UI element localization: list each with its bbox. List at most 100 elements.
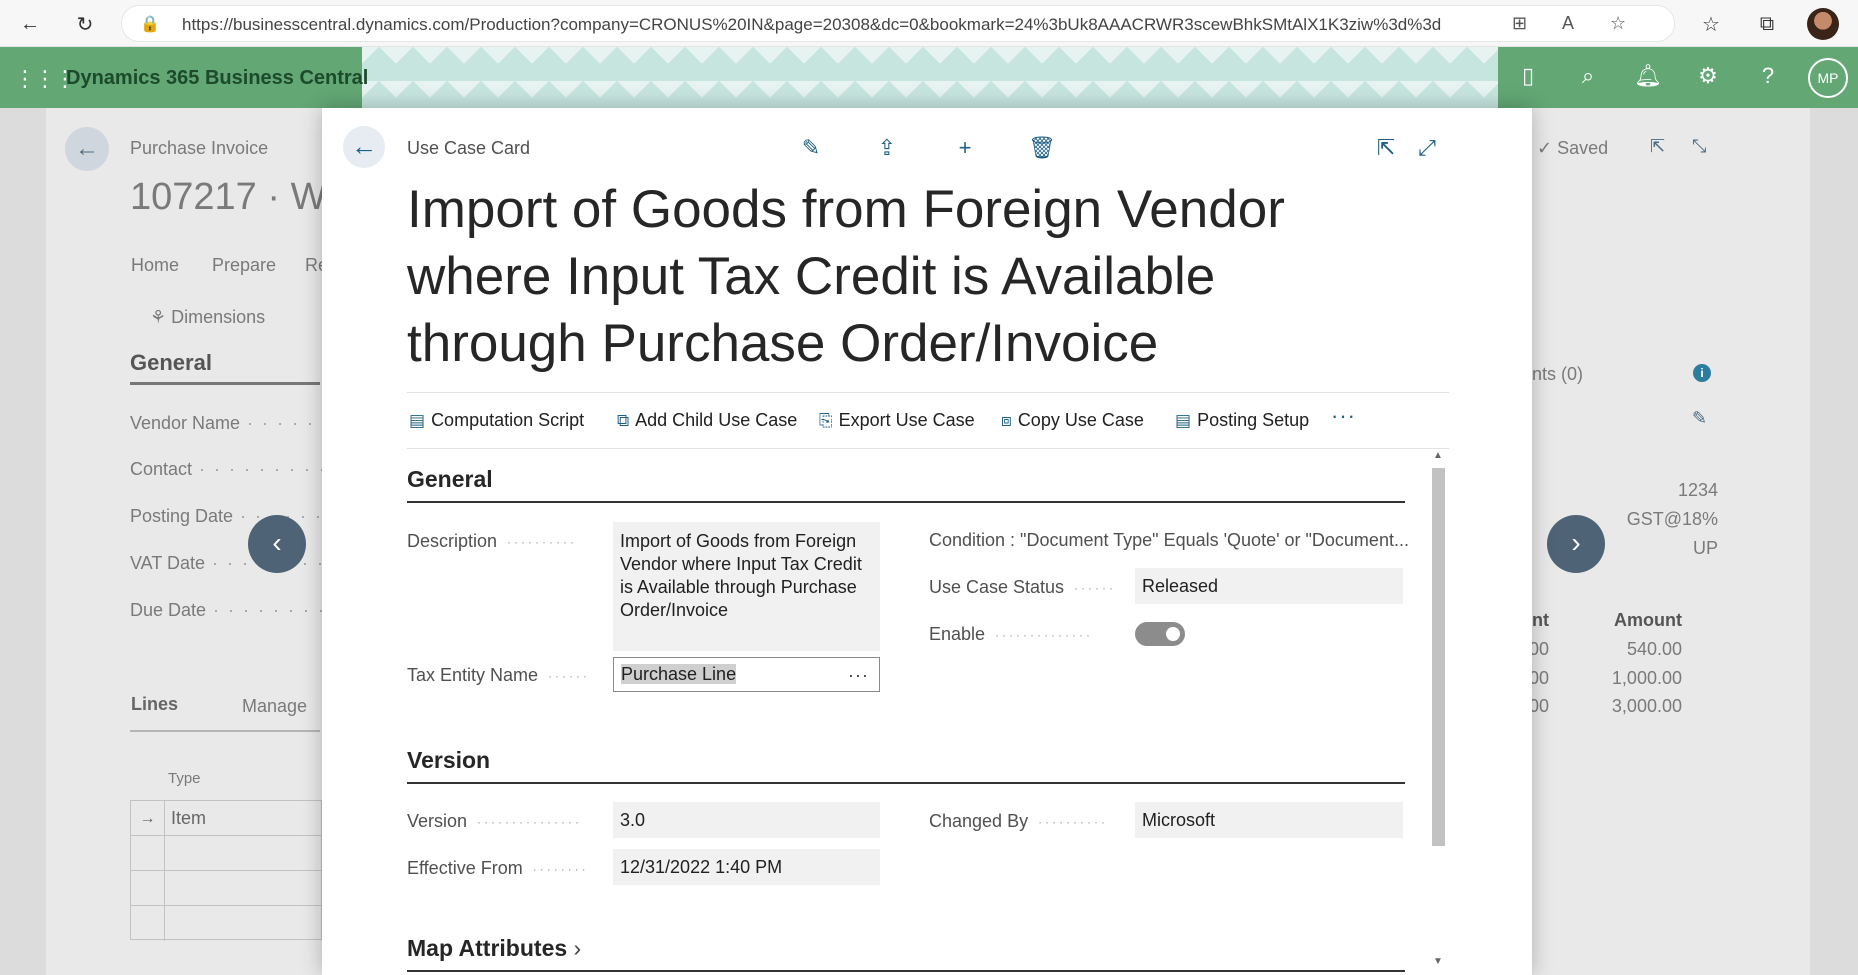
version-label: Version ··············· (407, 811, 582, 832)
toggle-knob (1166, 627, 1180, 641)
help-icon[interactable]: ? (1753, 63, 1783, 89)
copy-use-case-action[interactable]: ⧈ Copy Use Case (1001, 410, 1144, 431)
bg-section: General (130, 350, 320, 385)
app-header: ⋮⋮⋮ Dynamics 365 Business Central ▯ ⌕ 🔔︎… (0, 47, 1858, 108)
label-text: Enable (929, 624, 986, 644)
expand-icon[interactable]: ⤢ (1412, 135, 1442, 161)
scrollbar-thumb[interactable] (1432, 468, 1445, 846)
table-row[interactable]: → Item (131, 801, 321, 836)
favorite-add-icon[interactable]: ☆ (1610, 13, 1626, 34)
refresh-icon[interactable]: ↻ (70, 9, 100, 39)
bg-dimensions[interactable]: ⚘ Dimensions (150, 307, 265, 328)
document-icon[interactable]: ▯ (1513, 63, 1543, 89)
copy-icon: ⧈ (1001, 411, 1012, 430)
use-case-status-label: Use Case Status ······ (929, 577, 1116, 598)
back-arrow-icon[interactable]: ← (15, 9, 45, 39)
bell-icon[interactable]: 🔔︎ (1633, 63, 1663, 89)
label-text: Tax Entity Name (407, 665, 539, 685)
changed-by-label: Changed By ·········· (929, 811, 1108, 832)
bg-column-header: Amount (1614, 610, 1682, 630)
table-row[interactable] (131, 836, 321, 871)
version-section-heading[interactable]: Version (407, 747, 1405, 784)
posting-setup-action[interactable]: ▤ Posting Setup (1175, 410, 1309, 431)
more-options-button[interactable]: ··· (1331, 403, 1356, 429)
condition-link[interactable]: Condition : "Document Type" Equals 'Quot… (929, 530, 1409, 551)
apps-icon[interactable]: ⊞ (1512, 13, 1527, 34)
table-row[interactable] (131, 871, 321, 906)
tax-entity-value: Purchase Line (621, 664, 737, 684)
table-cell: Item (171, 808, 207, 828)
label-text: Effective From (407, 858, 523, 878)
action-label: Copy Use Case (1017, 410, 1144, 430)
version-field[interactable]: 3.0 (613, 802, 880, 838)
table-row[interactable] (131, 906, 321, 941)
computation-script-action[interactable]: ▤ Computation Script (409, 410, 584, 431)
general-section-heading[interactable]: General (407, 466, 1405, 503)
collapse-icon[interactable]: ⤡ (1692, 136, 1706, 157)
pin-icon[interactable]: ✎ (1692, 408, 1707, 429)
bg-lines-tab[interactable]: Lines (131, 694, 178, 715)
tax-entity-name-label: Tax Entity Name ······ (407, 665, 590, 686)
gear-icon[interactable]: ⚙ (1693, 63, 1723, 89)
collections-icon[interactable]: ⧉ (1752, 9, 1782, 39)
bg-tab[interactable]: Prepare (212, 255, 276, 276)
label-dots: ·········· (1038, 815, 1109, 830)
use-case-status-field[interactable]: Released (1135, 568, 1403, 604)
scroll-up-icon[interactable]: ▲ (1433, 450, 1443, 461)
delete-icon[interactable]: 🗑︎ (1027, 135, 1057, 161)
effective-from-field[interactable]: 12/31/2022 1:40 PM (613, 849, 880, 885)
browser-toolbar: ← ↻ 🔒 https://businesscentral.dynamics.c… (0, 0, 1858, 47)
bg-tab[interactable]: Home (131, 255, 179, 276)
previous-record-button[interactable]: ‹ (248, 515, 306, 573)
info-icon[interactable]: i (1693, 364, 1711, 382)
add-icon[interactable]: + (950, 135, 980, 161)
next-record-button[interactable]: › (1547, 515, 1605, 573)
label-text: Description (407, 531, 498, 551)
edit-icon[interactable]: ✎ (796, 135, 826, 161)
app-brand[interactable]: Dynamics 365 Business Central (66, 67, 368, 90)
row-selector (131, 871, 165, 906)
open-new-window-icon[interactable]: ⇱ (1371, 135, 1401, 161)
scrollbar[interactable]: ▲ ▼ (1429, 448, 1447, 975)
scroll-down-icon[interactable]: ▼ (1433, 956, 1443, 967)
url-text[interactable]: https://businesscentral.dynamics.com/Pro… (182, 15, 1441, 35)
app-launcher-icon[interactable]: ⋮⋮⋮ (14, 66, 76, 92)
address-bar[interactable]: 🔒 https://businesscentral.dynamics.com/P… (121, 5, 1675, 42)
map-attributes-section-heading[interactable]: Map Attributes › (407, 935, 1405, 972)
label-text: Changed By (929, 811, 1029, 831)
user-avatar[interactable]: MP (1808, 58, 1848, 98)
bg-manage-tab[interactable]: Manage (242, 696, 307, 717)
page-title: Import of Goods from Foreign Vendor wher… (407, 180, 1285, 373)
profile-avatar[interactable] (1807, 8, 1839, 40)
read-aloud-icon[interactable]: A (1562, 13, 1574, 34)
back-arrow-icon[interactable]: ← (65, 127, 109, 171)
lookup-ellipsis-icon[interactable]: ··· (848, 664, 869, 687)
share-icon[interactable]: ⇪ (872, 135, 902, 161)
export-use-case-action[interactable]: ⎘ Export Use Case (819, 410, 975, 431)
header-pattern (362, 47, 1498, 108)
search-icon[interactable]: ⌕ (1573, 63, 1603, 89)
bg-type-header: Type (168, 770, 201, 787)
bg-value: 1234 (1677, 480, 1718, 500)
open-new-window-icon[interactable]: ⇱ (1650, 136, 1665, 157)
favorites-icon[interactable]: ☆ (1696, 9, 1726, 39)
clipboard-icon: ▤ (1175, 411, 1192, 430)
action-label: Posting Setup (1197, 410, 1310, 430)
action-label: Add Child Use Case (635, 410, 798, 430)
label-dots: ········ (532, 862, 589, 877)
row-arrow-icon: → (131, 801, 165, 836)
chevron-left-icon: ‹ (272, 527, 282, 558)
enable-toggle[interactable] (1135, 622, 1185, 646)
add-child-use-case-action[interactable]: ⧉ Add Child Use Case (617, 410, 797, 431)
chevron-right-icon: › (1571, 527, 1581, 558)
row-selector (131, 836, 165, 871)
attachments-count[interactable]: nts (0) (1532, 364, 1583, 385)
changed-by-field[interactable]: Microsoft (1135, 802, 1403, 838)
action-bar: ▤ Computation Script ⧉ Add Child Use Case … (407, 392, 1449, 449)
action-label: Computation Script (431, 410, 585, 430)
enable-label: Enable ·············· (929, 624, 1093, 645)
description-field[interactable]: Import of Goods from Foreign Vendor wher… (613, 522, 880, 651)
action-label: Export Use Case (838, 410, 975, 430)
back-button[interactable]: ← (343, 126, 385, 168)
tax-entity-name-input[interactable]: Purchase Line ··· (613, 657, 880, 692)
